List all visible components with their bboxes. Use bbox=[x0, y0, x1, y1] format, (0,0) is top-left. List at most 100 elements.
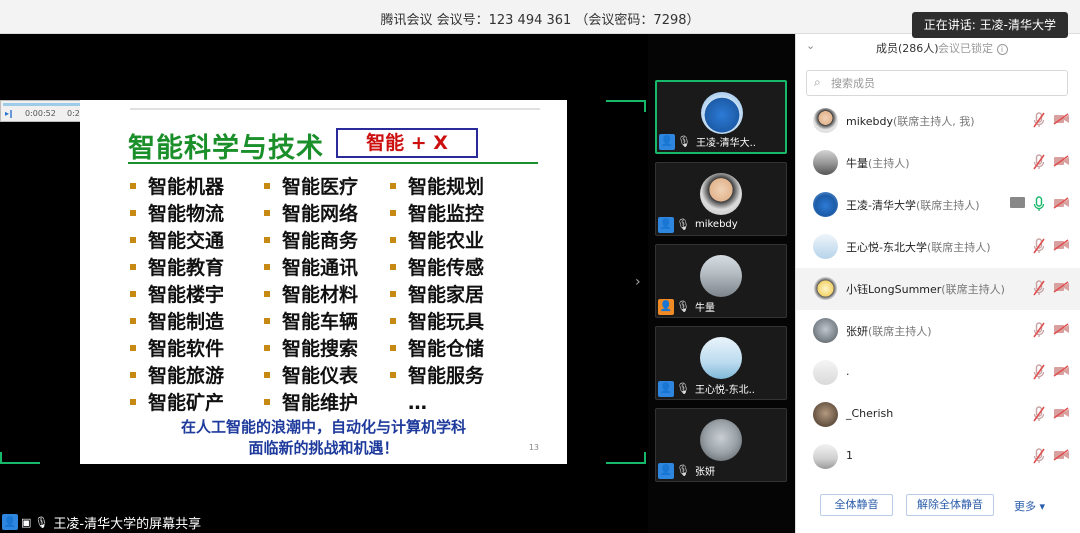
member-name: _Cherish bbox=[846, 407, 894, 420]
participant-tile[interactable]: 👤 🎙 张妍 bbox=[655, 408, 787, 482]
slide-list-item-label: 智能医疗 bbox=[282, 176, 359, 198]
info-icon[interactable]: i bbox=[996, 44, 1008, 55]
mic-icon[interactable] bbox=[1033, 196, 1045, 212]
mute-all-button[interactable]: 全体静音 bbox=[820, 494, 893, 516]
member-row[interactable]: _Cherish bbox=[796, 394, 1080, 436]
slide-list-item-label: 智能搜索 bbox=[282, 338, 359, 360]
avatar bbox=[813, 108, 838, 133]
member-name-label: 王凌-清华大学(联席主持人) bbox=[846, 197, 980, 213]
participant-tile[interactable]: 👤 🎙 王心悦-东北... bbox=[655, 326, 787, 400]
camera-off-icon[interactable] bbox=[1053, 155, 1070, 167]
member-name: 牛量 bbox=[846, 157, 868, 170]
camera-off-icon[interactable] bbox=[1053, 407, 1070, 419]
member-row[interactable]: 王心悦-东北大学(联席主持人) bbox=[796, 226, 1080, 268]
slide-list-item-label: 智能通讯 bbox=[282, 257, 359, 279]
mic-icon[interactable] bbox=[1033, 154, 1045, 170]
camera-off-icon[interactable] bbox=[1053, 365, 1070, 377]
avatar bbox=[813, 360, 838, 385]
camera-off-icon[interactable] bbox=[1053, 197, 1070, 209]
participant-tile[interactable]: 👤 🎙 牛量 bbox=[655, 244, 787, 318]
bullet-icon bbox=[264, 290, 270, 297]
bullet-icon bbox=[130, 209, 136, 216]
more-button[interactable]: 更多 ▾ bbox=[1014, 498, 1045, 514]
slide-list-item-label: 智能制造 bbox=[148, 311, 225, 333]
participant-tile[interactable]: 👤 🎙 王凌-清华大... bbox=[655, 80, 787, 154]
mic-icon[interactable] bbox=[1033, 112, 1045, 128]
camera-off-icon[interactable] bbox=[1053, 449, 1070, 461]
members-panel: ⌄ 成员(286人) 会议已锁定 i ⌕ mikebdy(联席主持人, 我) 牛量… bbox=[795, 34, 1080, 533]
participant-name: 王心悦-东北... bbox=[694, 385, 755, 396]
slide-list-item: 智能旅游 bbox=[130, 363, 224, 390]
bullet-icon bbox=[264, 317, 270, 324]
user-icon: 👤 bbox=[659, 133, 675, 150]
member-name-label: 张妍(联席主持人) bbox=[846, 323, 932, 339]
slide-list-item-label: 智能旅游 bbox=[148, 365, 225, 387]
slide-list-item-label: 智能仓储 bbox=[408, 338, 485, 360]
slide-list-item-label: 智能维护 bbox=[282, 392, 359, 414]
member-role: (联席主持人, 我) bbox=[893, 115, 975, 128]
slide-list-item: 智能通讯 bbox=[264, 255, 358, 282]
slide-list-item-label: 智能商务 bbox=[282, 230, 359, 252]
member-row[interactable]: 小钰LongSummer(联席主持人) bbox=[796, 268, 1080, 310]
bullet-icon bbox=[264, 236, 270, 243]
slide-list-item: … bbox=[390, 390, 484, 417]
tile-label: 👤 🎙 王凌-清华大... bbox=[659, 133, 756, 150]
slide-list-item: 智能材料 bbox=[264, 282, 358, 309]
bullet-icon bbox=[390, 344, 396, 351]
user-icon: 👤 bbox=[658, 462, 674, 479]
member-name-label: . bbox=[846, 365, 850, 378]
member-row[interactable]: 王凌-清华大学(联席主持人) bbox=[796, 184, 1080, 226]
avatar bbox=[700, 419, 742, 461]
member-search[interactable]: ⌕ bbox=[806, 70, 1068, 96]
mic-icon[interactable] bbox=[1033, 280, 1045, 296]
slide-list-item-label: 智能农业 bbox=[408, 230, 485, 252]
search-icon: ⌕ bbox=[814, 75, 821, 89]
member-row[interactable]: 牛量(主持人) bbox=[796, 142, 1080, 184]
mic-icon: 🎙 bbox=[677, 135, 691, 148]
mic-icon[interactable] bbox=[1033, 406, 1045, 422]
participant-tile[interactable]: 👤 🎙 mikebdy bbox=[655, 162, 787, 236]
slide-list-item: 智能楼宇 bbox=[130, 282, 224, 309]
bullet-icon bbox=[264, 209, 270, 216]
slide-list-item: 智能传感 bbox=[390, 255, 484, 282]
member-role: (主持人) bbox=[868, 157, 910, 170]
member-name-label: 王心悦-东北大学(联席主持人) bbox=[846, 239, 991, 255]
member-name: 王凌-清华大学 bbox=[846, 199, 916, 212]
slide-list-item: 智能网络 bbox=[264, 201, 358, 228]
unmute-all-button[interactable]: 解除全体静音 bbox=[906, 494, 994, 516]
member-row[interactable]: . bbox=[796, 352, 1080, 394]
user-icon: 👤 bbox=[658, 380, 674, 397]
mic-icon[interactable] bbox=[1033, 448, 1045, 464]
member-row[interactable]: 1 bbox=[796, 436, 1080, 478]
slide-list-item: 智能物流 bbox=[130, 201, 224, 228]
chevron-down-icon[interactable]: ⌄ bbox=[806, 39, 815, 52]
member-row[interactable]: 张妍(联席主持人) bbox=[796, 310, 1080, 352]
mic-icon[interactable] bbox=[1033, 322, 1045, 338]
member-row[interactable]: mikebdy(联席主持人, 我) bbox=[796, 100, 1080, 142]
member-name: 王心悦-东北大学 bbox=[846, 241, 927, 254]
slide-list-item: 智能监控 bbox=[390, 201, 484, 228]
user-icon: 👤 bbox=[658, 298, 674, 315]
player-progress-bar[interactable] bbox=[3, 103, 91, 106]
play-icon[interactable]: ▸‖ bbox=[5, 109, 13, 118]
member-search-input[interactable] bbox=[831, 75, 1061, 91]
camera-off-icon[interactable] bbox=[1053, 113, 1070, 125]
user-icon: 👤 bbox=[658, 216, 674, 233]
camera-off-icon[interactable] bbox=[1053, 281, 1070, 293]
tile-label: 👤 🎙 王心悦-东北... bbox=[658, 380, 755, 397]
camera-off-icon[interactable] bbox=[1053, 323, 1070, 335]
bullet-icon bbox=[130, 317, 136, 324]
chevron-right-icon[interactable]: › bbox=[635, 274, 641, 290]
mic-icon[interactable] bbox=[1033, 364, 1045, 380]
bullet-icon bbox=[264, 182, 270, 189]
camera-off-icon[interactable] bbox=[1053, 239, 1070, 251]
avatar bbox=[813, 234, 838, 259]
mic-icon: 🎙 bbox=[676, 382, 690, 395]
mic-icon[interactable] bbox=[1033, 238, 1045, 254]
slide-footer-line-1: 在人工智能的浪潮中，自动化与计算机学科 bbox=[180, 418, 466, 436]
bullet-icon bbox=[130, 371, 136, 378]
slide-list-item-label: 智能家居 bbox=[408, 284, 485, 306]
screen-share-area: ▸‖ 0:00:52 0:20:32 智能科学与技术 智能 + X 智能机器智能… bbox=[0, 34, 648, 533]
member-name-label: 1 bbox=[846, 449, 853, 462]
slide-list-item-label: 智能规划 bbox=[408, 176, 485, 198]
